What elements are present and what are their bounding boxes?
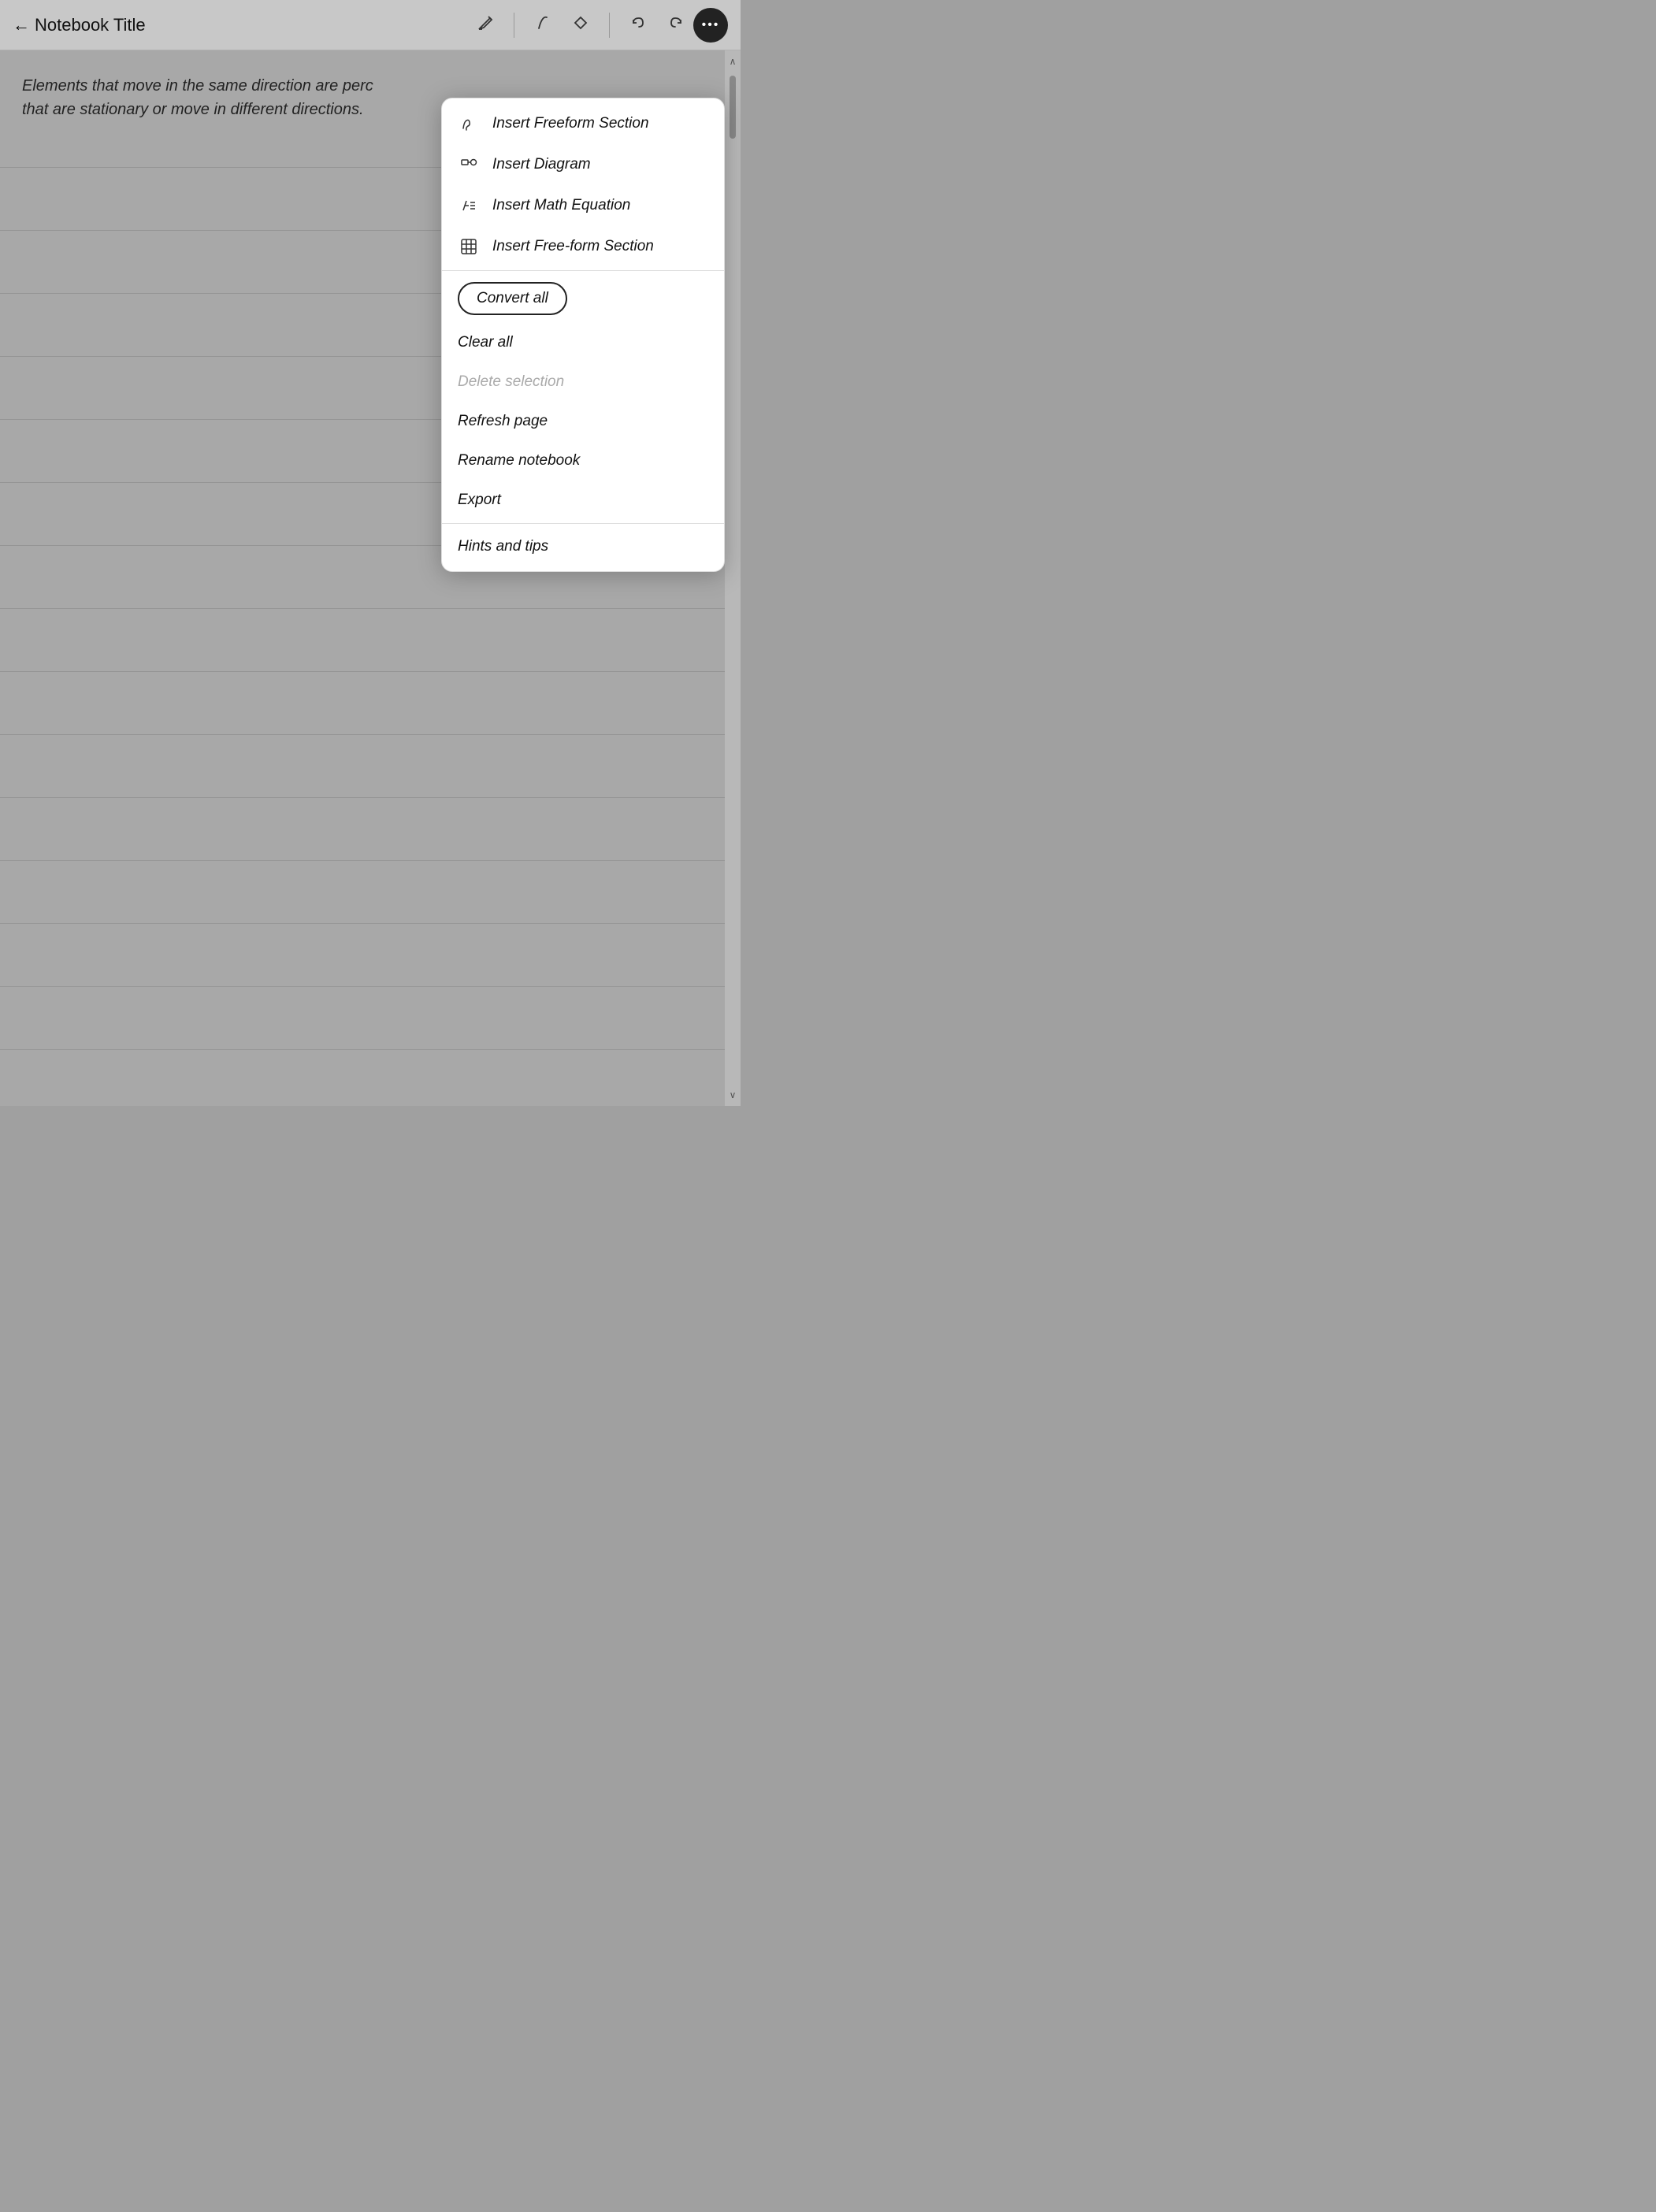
clear-all-label: Clear all xyxy=(458,334,513,351)
rule-line xyxy=(0,734,725,735)
table-icon xyxy=(458,237,480,256)
rule-line xyxy=(0,1049,725,1050)
rule-line xyxy=(0,797,725,798)
rule-line xyxy=(0,860,725,861)
refresh-page-label: Refresh page xyxy=(458,413,548,430)
toolbar-center xyxy=(468,8,693,43)
pen-button[interactable] xyxy=(525,8,560,43)
menu-item-refresh-page[interactable]: Refresh page xyxy=(442,402,724,441)
delete-selection-label: Delete selection xyxy=(458,373,564,391)
annotate-icon xyxy=(476,13,495,37)
scroll-down-arrow[interactable]: ∨ xyxy=(725,1084,741,1106)
redo-button[interactable] xyxy=(659,8,693,43)
hints-tips-label: Hints and tips xyxy=(458,538,548,555)
undo-button[interactable] xyxy=(621,8,655,43)
scroll-up-arrow[interactable]: ∧ xyxy=(725,50,741,72)
math-icon xyxy=(458,196,480,215)
menu-item-convert-all[interactable]: Convert all xyxy=(442,274,724,323)
menu-item-clear-all[interactable]: Clear all xyxy=(442,323,724,362)
insert-math-label: Insert Math Equation xyxy=(492,197,630,214)
dropdown-menu-inner: Insert Freeform Section Insert Diagram xyxy=(442,98,724,571)
menu-item-hints-tips[interactable]: Hints and tips xyxy=(442,527,724,566)
more-button[interactable]: ••• xyxy=(693,8,728,43)
menu-item-insert-freeform-section[interactable]: Insert Free-form Section xyxy=(442,226,724,267)
menu-item-export[interactable]: Export xyxy=(442,481,724,520)
menu-item-insert-freeform[interactable]: Insert Freeform Section xyxy=(442,103,724,144)
rule-line xyxy=(0,671,725,672)
toolbar-left: ← Notebook Title xyxy=(13,15,468,35)
pen-icon xyxy=(534,14,551,36)
menu-item-insert-math[interactable]: Insert Math Equation xyxy=(442,185,724,226)
rule-line xyxy=(0,986,725,987)
eraser-icon xyxy=(572,14,589,36)
divider-after-inserts xyxy=(442,270,724,271)
menu-item-insert-diagram[interactable]: Insert Diagram xyxy=(442,144,724,185)
rule-line xyxy=(0,608,725,609)
notebook-title: Notebook Title xyxy=(35,15,146,35)
insert-freeform-label: Insert Freeform Section xyxy=(492,115,649,132)
freeform-icon xyxy=(458,114,480,133)
scrollbar-thumb[interactable] xyxy=(730,76,736,139)
back-icon: ← xyxy=(13,15,30,35)
back-button[interactable]: ← Notebook Title xyxy=(13,15,146,35)
convert-all-button[interactable]: Convert all xyxy=(458,282,567,315)
toolbar: ← Notebook Title xyxy=(0,0,741,50)
insert-freeform-section-label: Insert Free-form Section xyxy=(492,238,654,255)
divider-before-hints xyxy=(442,523,724,524)
rename-notebook-label: Rename notebook xyxy=(458,452,580,469)
undo-icon xyxy=(629,14,647,36)
more-icon: ••• xyxy=(702,18,720,32)
insert-diagram-label: Insert Diagram xyxy=(492,156,591,173)
menu-item-delete-selection[interactable]: Delete selection xyxy=(442,362,724,402)
annotate-button[interactable] xyxy=(468,8,503,43)
export-label: Export xyxy=(458,492,501,509)
divider-2 xyxy=(609,13,610,38)
diagram-icon xyxy=(458,155,480,174)
eraser-button[interactable] xyxy=(563,8,598,43)
main-content: Elements that move in the same direction… xyxy=(0,50,741,1106)
redo-icon xyxy=(667,14,685,36)
dropdown-menu: Insert Freeform Section Insert Diagram xyxy=(441,98,725,572)
rule-line xyxy=(0,923,725,924)
menu-item-rename-notebook[interactable]: Rename notebook xyxy=(442,441,724,481)
toolbar-right: ••• xyxy=(693,8,728,43)
scrollbar-track: ∧ ∨ xyxy=(725,50,741,1106)
